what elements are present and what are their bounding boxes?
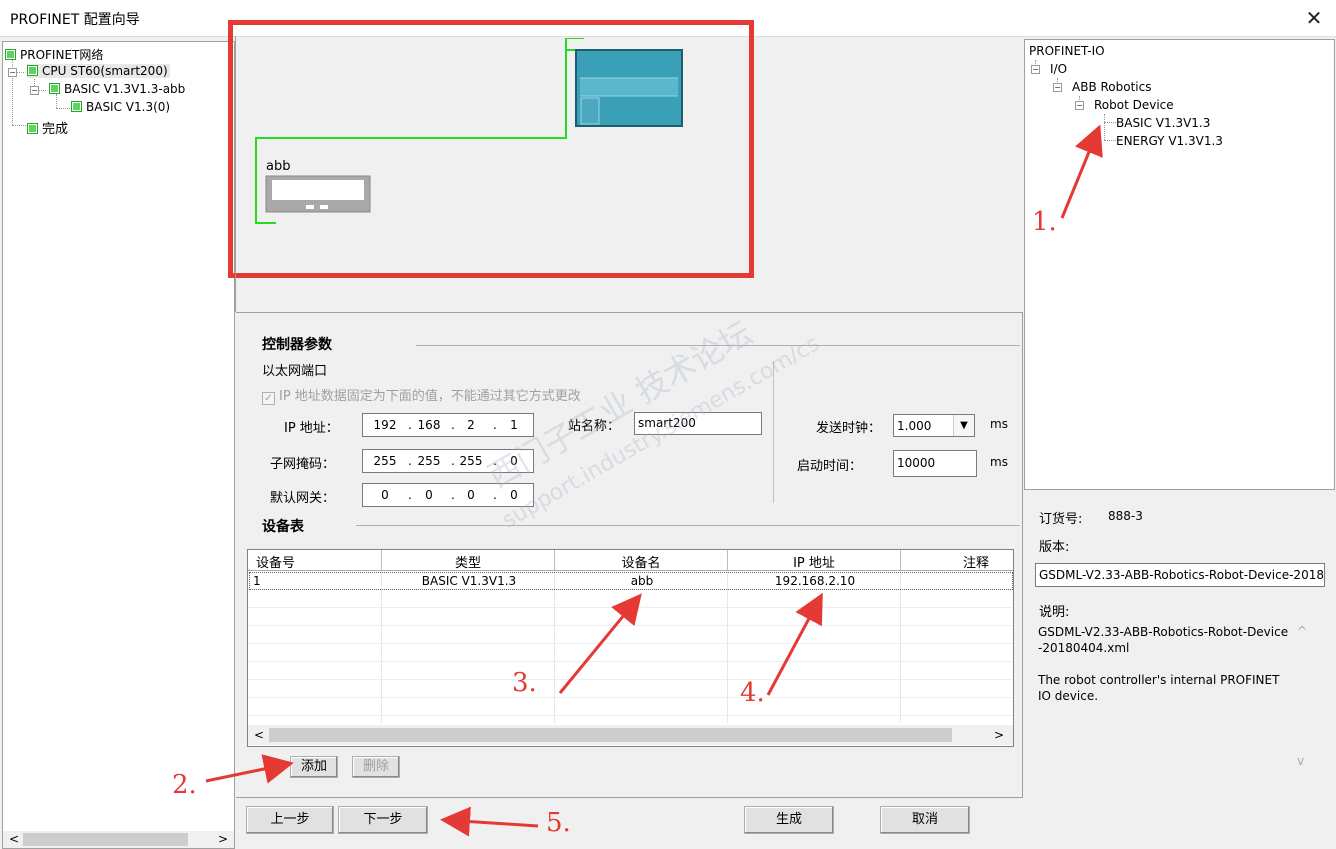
annotation-label: 5. bbox=[546, 808, 571, 838]
annotation-label: 3. bbox=[512, 668, 537, 698]
annotation-label: 4. bbox=[740, 678, 765, 708]
annotation-label: 1. bbox=[1032, 207, 1057, 237]
arrow-icon bbox=[766, 592, 823, 696]
arrow-icon bbox=[558, 593, 642, 694]
arrow-icon bbox=[1060, 124, 1103, 219]
annotation-label: 2. bbox=[172, 770, 197, 800]
arrow-icon bbox=[440, 806, 539, 837]
arrow-icon bbox=[205, 754, 294, 784]
annotation-arrows bbox=[205, 124, 1103, 837]
